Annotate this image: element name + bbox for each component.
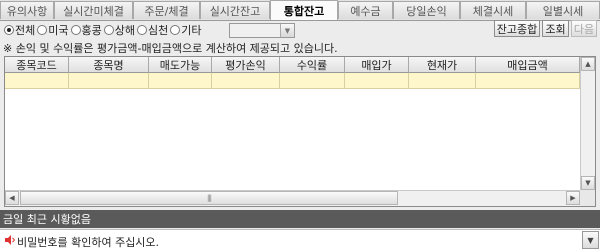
- table-cell[interactable]: [345, 73, 409, 89]
- tab-notice[interactable]: 유의사항: [0, 1, 54, 19]
- radio-label: 기타: [181, 24, 202, 37]
- radio-us[interactable]: 미국: [37, 22, 69, 38]
- query-button[interactable]: 조회: [542, 20, 569, 37]
- radio-shenzhen[interactable]: 심천: [137, 22, 168, 38]
- tab-daily-pnl[interactable]: 당일손익: [393, 1, 460, 19]
- table-cell[interactable]: [280, 73, 345, 89]
- radio-shanghai[interactable]: 상해: [103, 22, 135, 38]
- table-cell[interactable]: [476, 73, 580, 89]
- scroll-up-icon[interactable]: ▲: [581, 57, 595, 71]
- speaker-icon: [5, 235, 15, 245]
- market-news-text: 금일 최근 시황없음: [3, 213, 91, 226]
- vertical-scrollbar[interactable]: ▲ ▼: [580, 57, 595, 190]
- radio-label: 미국: [48, 24, 69, 37]
- radio-other[interactable]: 기타: [170, 22, 202, 38]
- col-header-buy-amount[interactable]: 매입금액: [476, 57, 580, 73]
- tab-fill-quote[interactable]: 체결시세: [460, 1, 526, 19]
- radio-all[interactable]: 전체: [4, 22, 35, 38]
- radio-dot[interactable]: [137, 25, 147, 35]
- balance-summary-button[interactable]: 잔고종합: [494, 20, 540, 37]
- message-text: 비밀번호를 확인하여 주십시오.: [17, 236, 160, 249]
- balance-grid: 종목코드 종목명 매도가능 평가손익 수익률 매입가 현재가 매입금액 ▲ ▼ …: [4, 56, 596, 207]
- scroll-left-icon[interactable]: ◀: [5, 191, 19, 205]
- horizontal-scrollbar[interactable]: ◀ ||| ▶: [5, 190, 580, 206]
- message-history-dropdown[interactable]: ▼: [582, 231, 599, 249]
- radio-label: 전체: [15, 24, 36, 37]
- scroll-right-icon[interactable]: ▶: [566, 191, 580, 205]
- chevron-down-icon[interactable]: ▼: [280, 24, 294, 37]
- tab-realtime-unfilled[interactable]: 실시간미체결: [54, 1, 133, 19]
- radio-dot[interactable]: [170, 25, 181, 35]
- col-header-eval-pnl[interactable]: 평가손익: [212, 57, 280, 73]
- grid-header: 종목코드 종목명 매도가능 평가손익 수익률 매입가 현재가 매입금액: [5, 57, 580, 73]
- col-header-current-price[interactable]: 현재가: [409, 57, 476, 73]
- radio-label: 상해: [114, 24, 135, 37]
- radio-dot[interactable]: [37, 25, 48, 35]
- calc-note: ※ 손익 및 수익률은 평가금액-매입금액으로 계산하여 제공되고 있습니다.: [3, 42, 338, 55]
- table-cell[interactable]: [409, 73, 476, 89]
- radio-hongkong[interactable]: 홍콩: [70, 22, 102, 38]
- radio-label: 심천: [148, 24, 169, 37]
- col-header-sellable[interactable]: 매도가능: [149, 57, 212, 73]
- col-header-name[interactable]: 종목명: [69, 57, 149, 73]
- col-header-return[interactable]: 수익률: [280, 57, 345, 73]
- radio-dot[interactable]: [70, 25, 81, 35]
- table-cell[interactable]: [69, 73, 149, 89]
- scroll-thumb[interactable]: |||: [20, 191, 398, 205]
- radio-dot[interactable]: [4, 25, 14, 35]
- table-cell[interactable]: [5, 73, 69, 89]
- tab-integrated-balance[interactable]: 통합잔고: [270, 0, 338, 20]
- col-header-buy-price[interactable]: 매입가: [345, 57, 409, 73]
- radio-dot[interactable]: [103, 25, 114, 35]
- tab-bar: 유의사항 실시간미체결 주문/체결 실시간잔고 통합잔고 예수금 당일손익 체결…: [0, 0, 600, 21]
- message-bar: 비밀번호를 확인하여 주십시오. ▼: [0, 229, 600, 252]
- radio-label: 홍콩: [81, 24, 102, 37]
- col-header-code[interactable]: 종목코드: [5, 57, 69, 73]
- table-cell[interactable]: [149, 73, 212, 89]
- market-news-bar: 금일 최근 시황없음: [0, 210, 600, 228]
- table-row[interactable]: [5, 73, 580, 89]
- scroll-down-icon[interactable]: ▼: [581, 176, 595, 190]
- scrollbar-corner: [580, 190, 595, 206]
- tab-daily-quote[interactable]: 일별시세: [526, 1, 600, 19]
- tab-realtime-balance[interactable]: 실시간잔고: [200, 1, 270, 19]
- market-select[interactable]: ▼: [229, 23, 295, 38]
- tab-order-fill[interactable]: 주문/체결: [133, 1, 200, 19]
- tab-deposit[interactable]: 예수금: [338, 1, 393, 19]
- table-cell[interactable]: [212, 73, 280, 89]
- next-button[interactable]: 다음: [571, 20, 597, 37]
